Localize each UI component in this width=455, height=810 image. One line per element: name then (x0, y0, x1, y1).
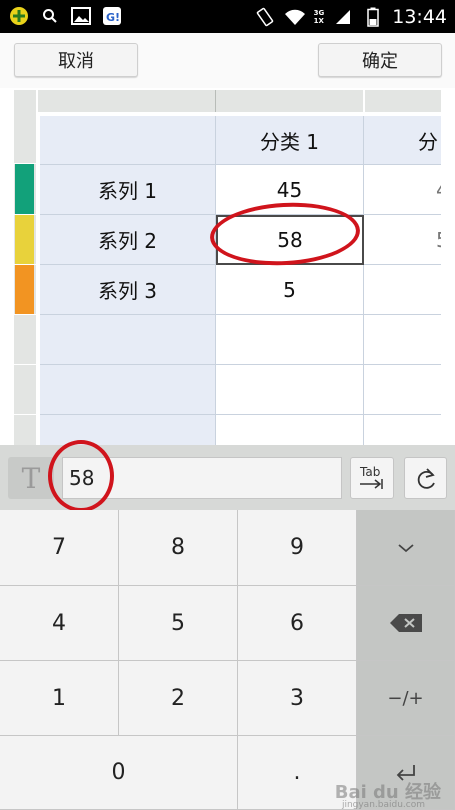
row-header (14, 365, 36, 415)
confirm-button[interactable]: 确定 (318, 43, 442, 77)
series-1-label[interactable]: 系列 1 (40, 165, 216, 215)
rotate-icon (254, 6, 276, 28)
key-8[interactable]: 8 (119, 510, 238, 586)
empty-value-cell[interactable] (216, 315, 364, 365)
search-icon (39, 5, 61, 27)
formula-bar: T 58 Tab (0, 445, 455, 510)
row-header (14, 415, 36, 445)
category-2-header[interactable]: 分 (364, 116, 441, 165)
signal-icon (332, 6, 354, 28)
series-3-value-cell-2[interactable] (364, 265, 441, 315)
collapse-keyboard-key[interactable] (357, 510, 455, 586)
numeric-keypad: 7 8 9 4 5 6 1 2 3 −/+ 0 . Bai du 经验 jing… (0, 510, 455, 810)
series-3-value-cell[interactable]: 5 (216, 265, 364, 315)
network-type-top: 3G (313, 9, 325, 17)
cancel-button[interactable]: 取消 (14, 43, 138, 77)
corner-cell[interactable] (40, 116, 216, 165)
series-1-value-cell-2[interactable]: 4 (364, 165, 441, 215)
sign-toggle-key[interactable]: −/+ (357, 661, 455, 736)
text-type-icon: T (8, 457, 54, 499)
tab-label: Tab (359, 465, 380, 479)
key-0[interactable]: 0 (0, 736, 238, 810)
series-3-label[interactable]: 系列 3 (40, 265, 216, 315)
redo-icon (417, 468, 435, 489)
status-bar: G! 3G 1X 13:44 (0, 0, 455, 33)
tab-icon: Tab (359, 465, 383, 489)
cell-value-input[interactable]: 58 (62, 457, 342, 499)
empty-label-cell[interactable] (40, 365, 216, 415)
series-3-color-swatch (15, 265, 34, 314)
key-3[interactable]: 3 (238, 661, 357, 736)
empty-value-cell[interactable] (216, 365, 364, 415)
key-5[interactable]: 5 (119, 586, 238, 661)
series-2-value-cell-2[interactable]: 5 (364, 215, 441, 265)
empty-value-cell[interactable] (364, 315, 441, 365)
series-1-color-swatch (15, 164, 34, 214)
empty-value-cell[interactable] (216, 415, 364, 445)
series-2-value-cell-selected[interactable]: 58 (216, 215, 364, 265)
key-2[interactable]: 2 (119, 661, 238, 736)
backspace-icon (389, 614, 422, 632)
series-2-label[interactable]: 系列 2 (40, 215, 216, 265)
key-6[interactable]: 6 (238, 586, 357, 661)
chevron-down-icon (397, 543, 414, 552)
watermark-url: jingyan.baidu.com (341, 800, 425, 810)
empty-label-cell[interactable] (40, 415, 216, 445)
row-header (14, 112, 36, 164)
tab-button[interactable]: Tab (350, 457, 394, 499)
redo-button[interactable] (404, 457, 447, 499)
app-plus-icon (8, 5, 30, 27)
series-2-color-swatch (15, 215, 34, 264)
data-sheet: 分类 1 分 系列 1 45 4 系列 2 58 5 系列 3 5 (14, 90, 441, 445)
row-header (14, 315, 36, 365)
category-1-header[interactable]: 分类 1 (216, 116, 364, 165)
key-7[interactable]: 7 (0, 510, 119, 586)
empty-value-cell[interactable] (364, 365, 441, 415)
svg-text:G!: G! (106, 11, 120, 24)
notification-app-icon: G! (101, 5, 123, 27)
empty-label-cell[interactable] (40, 315, 216, 365)
key-4[interactable]: 4 (0, 586, 119, 661)
series-1-value-cell[interactable]: 45 (216, 165, 364, 215)
column-header-strip (14, 90, 441, 112)
key-9[interactable]: 9 (238, 510, 357, 586)
image-icon (70, 5, 92, 27)
backspace-key[interactable] (357, 586, 455, 661)
key-1[interactable]: 1 (0, 661, 119, 736)
battery-icon (362, 6, 384, 28)
wifi-icon (284, 6, 306, 28)
empty-value-cell[interactable] (364, 415, 441, 445)
clock: 13:44 (392, 6, 447, 28)
top-toolbar: 取消 确定 (0, 33, 455, 88)
network-type-bottom: 1X (313, 17, 324, 25)
